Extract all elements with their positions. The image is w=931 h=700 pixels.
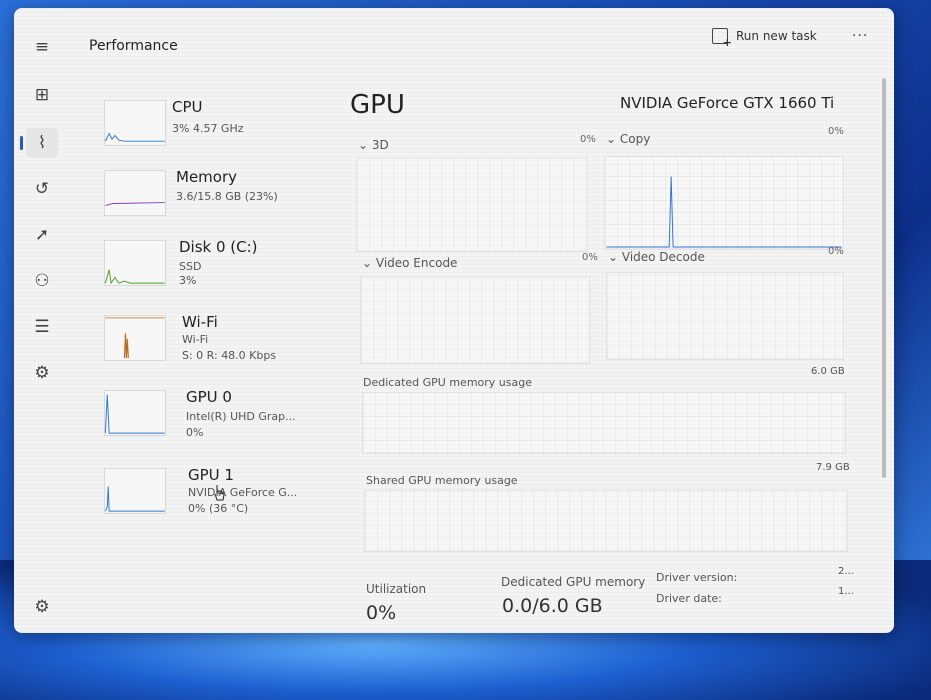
task-manager-window: ≡ ⊞ ⌇ ↺ ➚ ⚇ ☰ ⚙ ⚙ Performance Run new ta… xyxy=(14,8,894,633)
device-item-disk[interactable]: Disk 0 (C:) SSD 3% xyxy=(84,228,334,294)
page-title: Performance xyxy=(89,38,178,54)
engine-video-encode-dropdown[interactable]: ⌄ Video Encode xyxy=(362,256,457,270)
device-detail: Wi-Fi xyxy=(182,333,209,346)
users-icon[interactable]: ⚇ xyxy=(26,266,58,296)
processes-icon[interactable]: ⊞ xyxy=(26,80,58,110)
engine-value: 0% xyxy=(828,126,844,137)
device-name: GPU 1 xyxy=(188,466,234,484)
device-item-cpu[interactable]: CPU 3% 4.57 GHz xyxy=(84,88,334,154)
more-options-button[interactable]: ... xyxy=(852,24,868,40)
device-detail: 3% xyxy=(179,274,197,287)
shared-memory-max: 7.9 GB xyxy=(816,462,850,473)
device-name: GPU 0 xyxy=(186,388,232,406)
dedicated-memory-max: 6.0 GB xyxy=(811,366,845,377)
settings-icon[interactable]: ⚙ xyxy=(26,592,58,622)
engine-copy-graph xyxy=(604,156,844,250)
services-icon[interactable]: ⚙ xyxy=(26,358,58,388)
driver-version-label: Driver version: xyxy=(656,571,738,584)
engine-video-decode-graph xyxy=(606,272,844,360)
engine-label: Video Decode xyxy=(621,250,705,264)
memory-thumbnail-graph xyxy=(104,170,166,216)
details-icon[interactable]: ☰ xyxy=(26,312,58,342)
engine-label: Video Encode xyxy=(375,256,458,270)
device-item-gpu0[interactable]: GPU 0 Intel(R) UHD Grap... 0% xyxy=(84,378,334,444)
device-detail: 0% xyxy=(186,426,204,439)
engine-video-decode-dropdown[interactable]: ⌄ Video Decode xyxy=(608,250,705,264)
performance-icon[interactable]: ⌇ xyxy=(20,128,58,158)
engine-video-encode-graph xyxy=(360,276,590,364)
hamburger-menu-icon[interactable]: ≡ xyxy=(26,32,58,62)
engine-value: 0% xyxy=(828,246,844,257)
engine-3d-dropdown[interactable]: ⌄ 3D xyxy=(358,138,389,152)
device-detail: 3% 4.57 GHz xyxy=(172,122,244,135)
disk-thumbnail-graph xyxy=(104,240,166,286)
engine-copy-dropdown[interactable]: ⌄ Copy xyxy=(606,132,650,146)
hand-cursor-icon xyxy=(214,485,225,501)
gpu-model-name: NVIDIA GeForce GTX 1660 Ti xyxy=(620,94,835,112)
driver-date-label: Driver date: xyxy=(656,592,722,605)
gpu0-thumbnail-graph xyxy=(104,390,166,436)
cpu-thumbnail-graph xyxy=(104,100,166,146)
device-name: Disk 0 (C:) xyxy=(179,238,258,256)
app-history-icon[interactable]: ↺ xyxy=(26,174,58,204)
vertical-scrollbar[interactable] xyxy=(882,78,886,478)
device-item-wifi[interactable]: Wi-Fi Wi-Fi S: 0 R: 48.0 Kbps xyxy=(84,303,334,369)
run-new-task-button[interactable]: Run new task xyxy=(712,28,817,49)
shared-memory-label: Shared GPU memory usage xyxy=(366,474,518,487)
device-detail: S: 0 R: 48.0 Kbps xyxy=(182,349,277,362)
wifi-thumbnail-graph xyxy=(104,315,166,361)
gpu-title: GPU xyxy=(350,90,405,120)
engine-value: 0% xyxy=(582,252,598,263)
engine-3d-graph xyxy=(356,158,588,252)
device-name: Wi-Fi xyxy=(182,313,218,331)
shared-memory-graph xyxy=(364,490,848,552)
nav-rail: ≡ ⊞ ⌇ ↺ ➚ ⚇ ☰ ⚙ ⚙ xyxy=(14,8,70,633)
device-name: CPU xyxy=(172,98,203,116)
engine-label: Copy xyxy=(619,132,651,146)
device-detail: SSD xyxy=(179,260,202,273)
utilization-value: 0% xyxy=(366,602,397,624)
dedicated-memory-graph xyxy=(362,392,846,454)
dedicated-gpu-memory-value: 0.0/6.0 GB xyxy=(502,595,603,617)
device-item-gpu1[interactable]: GPU 1 NVIDIA GeForce G... 0% (36 °C) xyxy=(84,456,334,522)
engine-label: 3D xyxy=(371,138,389,152)
dedicated-gpu-memory-label: Dedicated GPU memory xyxy=(501,575,646,589)
device-name: Memory xyxy=(176,168,238,186)
run-new-task-label: Run new task xyxy=(736,29,817,43)
utilization-label: Utilization xyxy=(366,582,427,596)
driver-version-value: 2... xyxy=(838,566,854,577)
run-task-icon xyxy=(712,28,732,49)
startup-apps-icon[interactable]: ➚ xyxy=(26,220,58,250)
device-detail: Intel(R) UHD Grap... xyxy=(186,410,296,423)
device-item-memory[interactable]: Memory 3.6/15.8 GB (23%) xyxy=(84,158,334,224)
device-detail: NVIDIA GeForce G... xyxy=(188,486,298,499)
device-detail: 3.6/15.8 GB (23%) xyxy=(176,190,278,203)
engine-value: 0% xyxy=(580,134,596,145)
driver-date-value: 1... xyxy=(838,586,854,597)
dedicated-memory-label: Dedicated GPU memory usage xyxy=(363,376,532,389)
gpu1-thumbnail-graph xyxy=(104,468,166,514)
